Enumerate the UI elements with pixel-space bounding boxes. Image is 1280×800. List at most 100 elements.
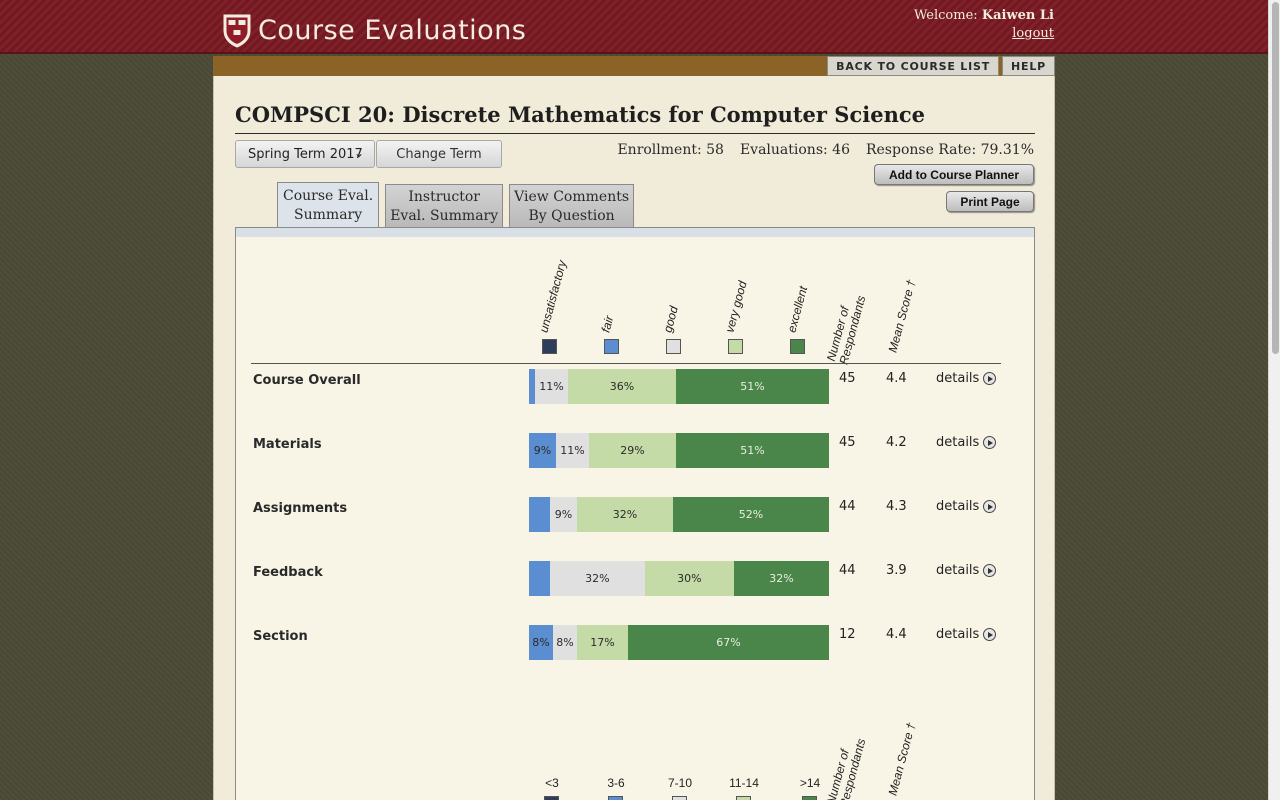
hours-legend-label: 11-14 [729,776,759,790]
row-label: Course Overall [253,373,361,388]
term-select[interactable]: Spring Term 2017 ⌄ [235,140,375,168]
stacked-bar: 9% 11% 29% 51% [529,433,829,468]
legend-label: good [660,304,681,334]
tab-instructor-eval-summary[interactable]: Instructor Eval. Summary [385,184,504,228]
hours-legend-swatch [672,796,687,800]
details-label: details [936,499,980,514]
tab-label-line2: By Question [528,208,615,224]
stacked-bar: 8% 8% 17% 67% [529,625,829,660]
header-divider [251,363,1001,364]
welcome-area: Welcome: Kaiwen Li logout [914,8,1054,41]
bar-segment-very-good: 17% [577,625,628,660]
bar-segment-fair [529,497,550,532]
hours-legend-swatch [608,796,623,800]
respondent-count: 44 [839,563,856,578]
details-label: details [936,371,980,386]
bar-segment-fair: 8% [529,625,553,660]
details-link[interactable]: details [936,435,997,450]
app-logo[interactable]: Course Evaluations [222,13,526,48]
legend-label: unsatisfactory [536,258,570,334]
bar-segment-very-good: 30% [644,561,734,596]
mean-score-header: Mean Score † [885,278,919,354]
hours-legend-label: 7-10 [667,776,693,790]
details-label: details [936,563,980,578]
bar-value-label: 11% [560,444,585,457]
chevron-down-icon: ⌄ [353,146,364,160]
main-panel: COMPSCI 20: Discrete Mathematics for Com… [213,76,1055,800]
bar-segment-excellent: 52% [673,497,829,532]
bar-value-label: 30% [677,572,702,585]
harvard-shield-icon [223,14,251,48]
respondent-count: 45 [839,435,856,450]
tab-label-line2: Eval. Summary [390,208,499,224]
bar-value-label: 9% [533,444,552,457]
bar-value-label: 32% [585,572,610,585]
content-band [236,228,1034,237]
welcome-prefix: Welcome: [914,8,978,23]
hours-mean-header: Mean Score † [885,721,919,797]
legend-swatch [728,339,743,354]
bar-value-label: 36% [609,380,635,393]
details-link[interactable]: details [936,371,997,386]
tab-view-comments[interactable]: View Comments By Question [509,184,635,228]
hours-legend-swatch [544,796,559,800]
details-link[interactable]: details [936,627,997,642]
tab-label-line2: Summary [294,207,363,223]
change-term-button[interactable]: Change Term [376,140,502,168]
rating-row: Assignments 9% 32% 52% 44 4.3 details [253,497,1013,537]
response-rate: Response Rate: 79.31% [865,142,1034,158]
bar-segment-excellent: 51% [676,369,829,404]
bar-segment-very-good: 29% [589,433,676,468]
add-to-course-planner-button[interactable]: Add to Course Planner [874,164,1034,185]
bar-segment-good: 11% [556,433,589,468]
mean-score: 4.4 [886,627,907,642]
tab-course-eval-summary[interactable]: Course Eval. Summary [277,182,380,228]
hours-legend-label: 3-6 [607,776,625,790]
app-title: Course Evaluations [258,15,527,46]
page-scrollbar[interactable] [1268,0,1280,800]
legend-item: fair [598,248,654,354]
top-banner: Course Evaluations Welcome: Kaiwen Li lo… [0,0,1280,54]
back-to-course-list-button[interactable]: BACK TO COURSE LIST [827,56,999,76]
bar-segment-fair [529,561,550,596]
details-link[interactable]: details [936,499,997,514]
respondent-count: 45 [839,371,856,386]
tab-label-line1: Instructor [408,189,480,205]
bar-value-label: 8% [556,636,574,649]
rating-row: Feedback 32% 30% 32% 44 3.9 details [253,561,1013,601]
legend-item: good [660,248,716,354]
user-name: Kaiwen Li [981,8,1054,23]
mean-score: 3.9 [886,563,907,578]
bar-segment-fair: 9% [529,433,556,468]
rating-row: Section 8% 8% 17% 67% 12 4.4 details [253,625,1013,665]
print-page-button[interactable]: Print Page [946,191,1034,212]
bar-segment-good: 8% [553,625,577,660]
respondent-count: 44 [839,499,856,514]
bar-segment-very-good: 36% [568,369,676,404]
tab-label-line1: Course Eval. [283,188,374,204]
details-link[interactable]: details [936,563,997,578]
help-button[interactable]: HELP [1002,56,1055,76]
bar-segment-very-good: 32% [577,497,673,532]
logout-link[interactable]: logout [914,26,1054,41]
bar-segment-good: 9% [550,497,577,532]
bar-value-label: 11% [539,380,564,393]
term-select-value: Spring Term 2017 [248,147,363,162]
details-label: details [936,435,980,450]
stacked-bar: 9% 32% 52% [529,497,829,532]
nav-strip: BACK TO COURSE LIST HELP [213,56,1055,76]
play-arrow-icon [983,500,997,513]
bar-value-label: 32% [612,508,638,521]
tab-bar: Course Eval. Summary Instructor Eval. Su… [277,182,640,228]
stacked-bar: 11% 36% 51% [529,369,829,404]
scrollbar-thumb[interactable] [1272,2,1279,354]
bar-segment-good: 32% [549,561,645,596]
legend-swatch [604,339,619,354]
mean-score: 4.2 [886,435,907,450]
enrollment-stats: Enrollment: 58 Evaluations: 46 Response … [617,142,1034,158]
hours-respondents-header: Number of Respondants [824,734,868,800]
mean-score: 4.4 [886,371,907,386]
row-label: Assignments [253,501,348,516]
legend-item: unsatisfactory [536,248,592,354]
bar-value-label: 52% [738,508,764,521]
